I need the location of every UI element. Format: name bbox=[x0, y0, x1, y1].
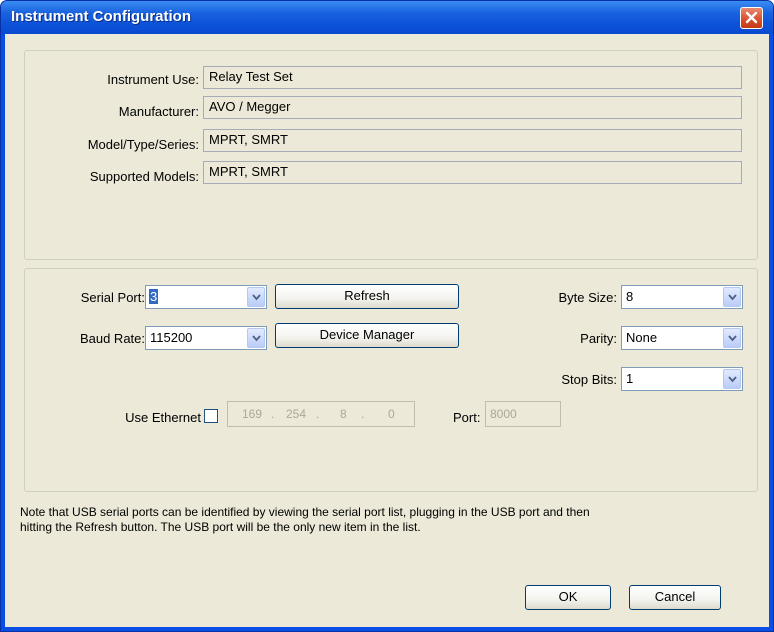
title-bar[interactable]: Instrument Configuration bbox=[1, 1, 773, 34]
parity-select[interactable]: None bbox=[621, 326, 743, 350]
serial-port-select[interactable]: 3 bbox=[145, 285, 267, 309]
ip-octet-1: 169 bbox=[242, 407, 263, 421]
supported-models-field: MPRT, SMRT bbox=[203, 161, 742, 184]
serial-port-dropdown-button[interactable] bbox=[247, 287, 265, 307]
chevron-down-icon bbox=[728, 335, 737, 342]
ip-dot-3: . bbox=[361, 407, 365, 421]
stop-bits-select[interactable]: 1 bbox=[621, 367, 743, 391]
ip-octet-2: 254 bbox=[286, 407, 307, 421]
usb-note-text: Note that USB serial ports can be identi… bbox=[20, 505, 760, 535]
device-manager-button[interactable]: Device Manager bbox=[275, 323, 459, 348]
baud-rate-value: 115200 bbox=[150, 330, 193, 345]
manufacturer-label: Manufacturer: bbox=[118, 104, 199, 119]
model-type-series-label: Model/Type/Series: bbox=[87, 137, 199, 152]
usb-note-line-2: hitting the Refresh button. The USB port… bbox=[20, 520, 421, 534]
serial-port-value: 3 bbox=[149, 289, 159, 304]
port-field: 8000 bbox=[485, 401, 561, 427]
use-ethernet-label: Use Ethernet bbox=[125, 410, 201, 425]
chevron-down-icon bbox=[728, 376, 737, 383]
supported-models-label: Supported Models: bbox=[89, 169, 199, 184]
cancel-button[interactable]: Cancel bbox=[629, 585, 721, 610]
byte-size-select[interactable]: 8 bbox=[621, 285, 743, 309]
close-icon bbox=[745, 11, 758, 24]
chevron-down-icon bbox=[252, 335, 261, 342]
chevron-down-icon bbox=[728, 294, 737, 301]
model-type-series-field: MPRT, SMRT bbox=[203, 129, 742, 152]
port-label: Port: bbox=[453, 410, 481, 425]
baud-rate-dropdown-button[interactable] bbox=[247, 328, 265, 348]
baud-rate-label: Baud Rate: bbox=[79, 331, 145, 346]
baud-rate-select[interactable]: 115200 bbox=[145, 326, 267, 350]
ip-octet-4: 0 bbox=[388, 407, 395, 421]
ip-address-field: 169 . 254 . 8 . 0 bbox=[227, 401, 415, 427]
instrument-use-label: Instrument Use: bbox=[107, 72, 199, 87]
byte-size-label: Byte Size: bbox=[558, 290, 617, 305]
instrument-use-field: Relay Test Set bbox=[203, 66, 742, 89]
byte-size-value: 8 bbox=[626, 289, 634, 304]
chevron-down-icon bbox=[252, 294, 261, 301]
serial-port-label: Serial Port: bbox=[80, 290, 145, 305]
parity-label: Parity: bbox=[580, 331, 617, 346]
usb-note-line-1: Note that USB serial ports can be identi… bbox=[20, 505, 590, 519]
stop-bits-dropdown-button[interactable] bbox=[723, 369, 741, 389]
stop-bits-value: 1 bbox=[626, 371, 634, 386]
ip-dot-1: . bbox=[271, 407, 275, 421]
window-title: Instrument Configuration bbox=[11, 8, 191, 25]
parity-dropdown-button[interactable] bbox=[723, 328, 741, 348]
close-button[interactable] bbox=[740, 7, 763, 29]
use-ethernet-checkbox[interactable] bbox=[204, 409, 218, 423]
stop-bits-label: Stop Bits: bbox=[561, 372, 617, 387]
ip-dot-2: . bbox=[316, 407, 320, 421]
byte-size-dropdown-button[interactable] bbox=[723, 287, 741, 307]
parity-value: None bbox=[626, 330, 658, 345]
ip-octet-3: 8 bbox=[340, 407, 347, 421]
instrument-configuration-dialog: Instrument Configuration Instrument Use:… bbox=[0, 0, 774, 632]
manufacturer-field: AVO / Megger bbox=[203, 96, 742, 119]
refresh-button[interactable]: Refresh bbox=[275, 284, 459, 309]
ok-button[interactable]: OK bbox=[525, 585, 611, 610]
dialog-client-area: Instrument Use: Relay Test Set Manufactu… bbox=[5, 34, 769, 627]
